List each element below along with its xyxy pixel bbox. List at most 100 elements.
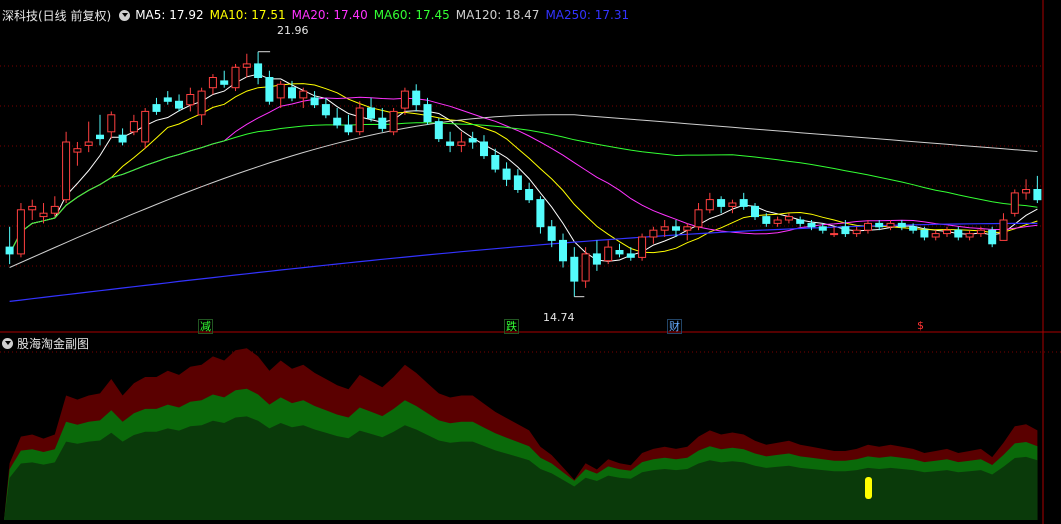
high-price-label: 21.96 xyxy=(277,24,309,37)
down-candle xyxy=(717,199,726,207)
stock-chart-window: 深科技(日线 前复权) MA5: 17.92 MA10: 17.51 MA20:… xyxy=(0,0,1061,524)
down-candle xyxy=(96,134,104,140)
up-candle xyxy=(389,110,398,133)
ma20-line xyxy=(9,96,1038,255)
down-candle xyxy=(412,90,421,106)
down-candle xyxy=(626,253,635,258)
up-candle xyxy=(299,90,308,99)
event-marker-fall[interactable]: 跌 xyxy=(504,319,519,334)
down-candle xyxy=(5,246,14,255)
ma120-line xyxy=(9,114,1038,268)
up-candle xyxy=(39,212,48,218)
down-candle xyxy=(333,117,342,126)
event-marker-dividend[interactable]: $ xyxy=(916,319,925,332)
up-candle xyxy=(784,216,793,221)
down-candle xyxy=(920,229,929,238)
up-candle xyxy=(830,233,839,236)
down-candle xyxy=(536,199,545,228)
down-candle xyxy=(807,222,816,228)
down-candle xyxy=(897,222,906,228)
up-candle xyxy=(62,141,71,201)
up-candle xyxy=(355,107,364,133)
down-candle xyxy=(118,134,127,143)
sub-panel-name: 股海淘金副图 xyxy=(17,337,90,351)
down-candle xyxy=(525,189,534,201)
up-candle xyxy=(107,114,116,133)
up-candle xyxy=(999,219,1008,241)
ma5-line xyxy=(9,73,1038,262)
up-candle xyxy=(852,229,861,235)
down-candle xyxy=(378,117,387,129)
ma250-line xyxy=(9,222,1038,302)
down-candle xyxy=(559,239,567,262)
up-candle xyxy=(976,229,985,235)
up-candle xyxy=(705,199,714,211)
event-marker-reduce[interactable]: 减 xyxy=(198,319,213,334)
up-candle xyxy=(50,205,59,214)
down-candle xyxy=(480,141,488,157)
down-candle xyxy=(344,124,353,133)
up-candle xyxy=(683,226,692,231)
down-candle xyxy=(672,226,680,231)
up-candle xyxy=(1010,192,1019,214)
up-candle xyxy=(231,66,240,89)
down-candle xyxy=(152,104,161,112)
down-candle xyxy=(446,141,455,146)
down-candle xyxy=(163,97,172,102)
up-candle xyxy=(186,94,195,106)
up-candle xyxy=(638,236,647,258)
down-candle xyxy=(954,229,963,238)
up-candle xyxy=(84,141,93,146)
low-price-label: 14.74 xyxy=(543,311,575,324)
up-candle xyxy=(943,229,951,235)
up-candle xyxy=(129,121,138,133)
down-candle xyxy=(818,226,827,231)
down-candle xyxy=(1033,189,1042,201)
down-candle xyxy=(988,229,997,245)
up-candle xyxy=(886,222,895,228)
up-candle xyxy=(73,148,82,153)
down-candle xyxy=(288,87,296,99)
down-candle xyxy=(739,199,748,207)
signal-bar xyxy=(865,477,872,499)
down-candle xyxy=(513,175,522,190)
up-candle xyxy=(16,209,25,255)
up-candle xyxy=(242,63,251,68)
up-candle xyxy=(276,83,285,99)
up-candle xyxy=(141,110,150,143)
event-marker-finance[interactable]: 财 xyxy=(667,319,682,334)
up-candle xyxy=(197,90,206,116)
candlestick-chart[interactable] xyxy=(0,0,1061,524)
down-candle xyxy=(468,138,477,143)
down-candle xyxy=(491,155,500,170)
up-candle xyxy=(864,222,872,231)
down-candle xyxy=(762,216,771,224)
down-candle xyxy=(220,80,229,85)
sub-menu-icon[interactable] xyxy=(2,338,13,349)
up-candle xyxy=(28,205,37,211)
up-candle xyxy=(604,246,613,262)
up-candle xyxy=(773,219,782,224)
down-candle xyxy=(751,205,759,218)
up-candle xyxy=(208,77,217,89)
down-candle xyxy=(265,77,274,102)
down-candle xyxy=(367,107,375,119)
up-candle xyxy=(931,233,940,238)
up-candle xyxy=(1022,189,1031,194)
up-candle xyxy=(694,209,703,228)
down-candle xyxy=(570,256,579,282)
down-candle xyxy=(841,226,850,235)
down-candle xyxy=(175,100,183,109)
candles xyxy=(5,51,1042,298)
down-candle xyxy=(434,121,443,140)
sub-indicator-areas xyxy=(4,348,1038,520)
down-candle xyxy=(796,219,805,224)
down-candle xyxy=(321,104,330,116)
up-candle xyxy=(965,233,974,238)
down-candle xyxy=(592,253,601,265)
down-candle xyxy=(254,63,263,79)
down-candle xyxy=(310,97,319,106)
down-candle xyxy=(615,250,624,255)
down-candle xyxy=(547,226,556,241)
up-candle xyxy=(581,253,590,282)
